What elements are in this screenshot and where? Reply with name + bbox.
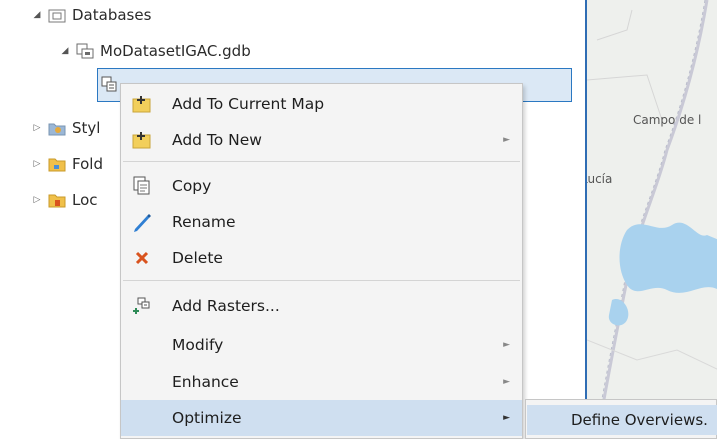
- tree-item-locators[interactable]: ▷ Loc: [30, 189, 98, 211]
- menu-item-label: Modify: [172, 336, 224, 354]
- map-view[interactable]: Campo de l Lucía: [585, 0, 717, 439]
- menu-item-label: Optimize: [172, 409, 242, 427]
- context-menu: Add To Current Map Add To New ► Copy Ren…: [120, 83, 523, 439]
- menu-item-add-rasters[interactable]: Add Rasters...: [121, 288, 522, 324]
- menu-item-enhance[interactable]: Enhance ►: [121, 364, 522, 400]
- submenu-item-label: Define Overviews.: [571, 411, 708, 429]
- submenu-arrow-icon: ►: [503, 413, 510, 423]
- submenu-arrow-icon: ►: [503, 135, 510, 145]
- menu-item-label: Enhance: [172, 373, 239, 391]
- expand-arrow-icon[interactable]: ▷: [30, 123, 44, 133]
- menu-item-add-to-current-map[interactable]: Add To Current Map: [121, 86, 522, 122]
- menu-separator: [123, 161, 520, 162]
- add-to-map-icon: [131, 93, 153, 115]
- menu-item-label: Add To Current Map: [172, 95, 325, 113]
- menu-item-copy[interactable]: Copy: [121, 168, 522, 204]
- locators-icon: [48, 192, 66, 208]
- tree-item-databases[interactable]: ◢ Databases: [30, 4, 152, 26]
- menu-item-label: Add Rasters...: [172, 297, 280, 315]
- styles-icon: [48, 120, 66, 136]
- tree-item-label: Loc: [72, 191, 98, 209]
- tree-item-label: Databases: [72, 6, 152, 24]
- tree-item-label: Styl: [72, 119, 101, 137]
- menu-item-modify[interactable]: Modify ►: [121, 327, 522, 363]
- expand-arrow-icon[interactable]: ▷: [30, 159, 44, 169]
- menu-item-label: Rename: [172, 213, 236, 231]
- menu-item-add-to-new[interactable]: Add To New ►: [121, 122, 522, 158]
- menu-item-label: Copy: [172, 177, 212, 195]
- collapse-arrow-icon[interactable]: ◢: [30, 10, 44, 20]
- collapse-arrow-icon[interactable]: ◢: [58, 46, 72, 56]
- submenu-item-define-overviews[interactable]: Define Overviews.: [527, 405, 717, 435]
- menu-item-optimize[interactable]: Optimize ►: [121, 400, 522, 436]
- tree-item-styles[interactable]: ▷ Styl: [30, 117, 101, 139]
- tree-item-folders[interactable]: ▷ Fold: [30, 153, 103, 175]
- menu-separator: [123, 280, 520, 281]
- map-label: Lucía: [587, 172, 613, 186]
- map-label: Campo de l: [633, 113, 702, 127]
- expand-arrow-icon[interactable]: ▷: [30, 195, 44, 205]
- optimize-submenu: Define Overviews.: [525, 399, 717, 439]
- raster-dataset-icon: [101, 76, 117, 96]
- menu-item-rename[interactable]: Rename: [121, 204, 522, 240]
- menu-item-delete[interactable]: Delete: [121, 240, 522, 276]
- tree-item-gdb[interactable]: ◢ MoDatasetIGAC.gdb: [58, 40, 251, 62]
- add-rasters-icon: [131, 295, 153, 317]
- folders-icon: [48, 156, 66, 172]
- tree-item-label: MoDatasetIGAC.gdb: [100, 42, 251, 60]
- menu-item-label: Add To New: [172, 131, 262, 149]
- rename-icon: [131, 211, 153, 233]
- geodatabase-icon: [76, 43, 94, 59]
- databases-folder-icon: [48, 7, 66, 23]
- add-to-new-icon: [131, 129, 153, 151]
- submenu-arrow-icon: ►: [503, 377, 510, 387]
- menu-item-label: Delete: [172, 249, 223, 267]
- delete-icon: [131, 247, 153, 269]
- submenu-arrow-icon: ►: [503, 340, 510, 350]
- copy-icon: [131, 175, 153, 197]
- map-basemap: [587, 0, 717, 439]
- tree-item-label: Fold: [72, 155, 103, 173]
